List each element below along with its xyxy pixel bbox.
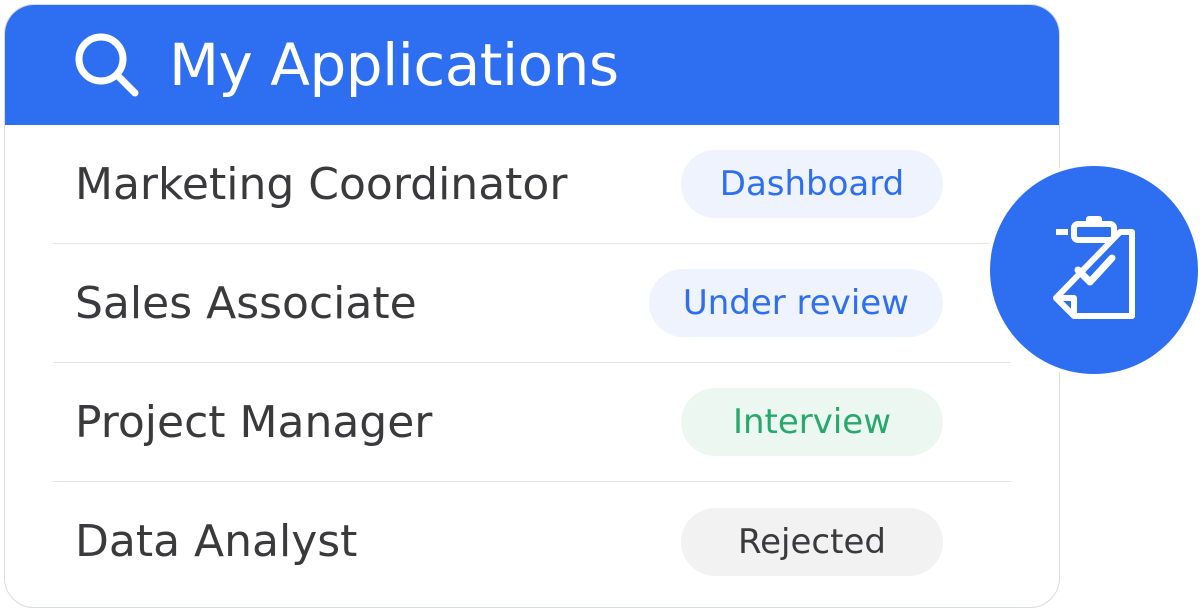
applications-card: My Applications Marketing Coordinator Da… bbox=[4, 4, 1060, 608]
applications-list: Marketing Coordinator Dashboard Sales As… bbox=[5, 125, 1059, 601]
status-badge[interactable]: Under review bbox=[648, 269, 943, 337]
list-item[interactable]: Sales Associate Under review bbox=[53, 244, 1011, 363]
list-item[interactable]: Project Manager Interview bbox=[53, 363, 1011, 482]
application-title: Project Manager bbox=[75, 396, 433, 448]
application-title: Sales Associate bbox=[75, 277, 417, 329]
application-title: Marketing Coordinator bbox=[75, 158, 568, 210]
applications-fab[interactable] bbox=[990, 166, 1198, 374]
status-badge[interactable]: Rejected bbox=[681, 507, 943, 576]
card-header: My Applications bbox=[5, 5, 1059, 125]
stage: My Applications Marketing Coordinator Da… bbox=[0, 0, 1200, 614]
list-item[interactable]: Data Analyst Rejected bbox=[53, 482, 1011, 601]
status-badge[interactable]: Dashboard bbox=[681, 150, 943, 218]
list-item[interactable]: Marketing Coordinator Dashboard bbox=[53, 125, 1011, 244]
status-badge[interactable]: Interview bbox=[681, 388, 943, 456]
page-title: My Applications bbox=[169, 31, 619, 99]
search-icon[interactable] bbox=[71, 29, 143, 101]
application-title: Data Analyst bbox=[75, 516, 358, 567]
clipboard-check-icon bbox=[1046, 212, 1142, 328]
